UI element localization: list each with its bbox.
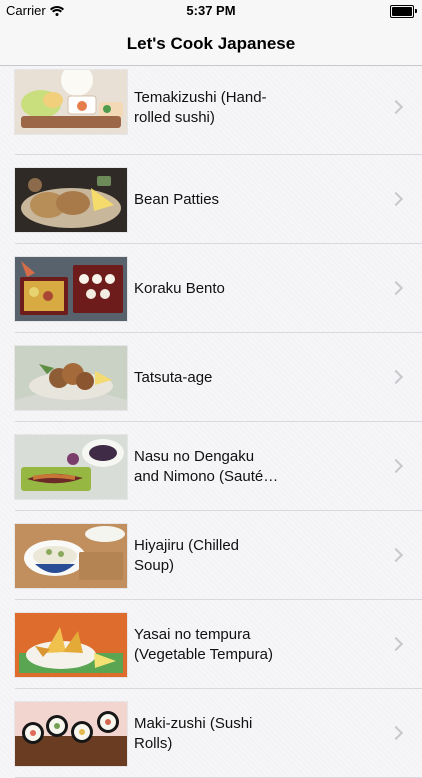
tatsuta-age-thumb-icon xyxy=(15,346,127,410)
bento-thumb-icon xyxy=(15,257,127,321)
recipe-title: Nasu no Dengaku and Nimono (Sauté… xyxy=(134,447,279,485)
hiyajiru-thumb-icon xyxy=(15,524,127,588)
recipe-row-temakizushi[interactable]: Temakizushi (Hand-rolled sushi) xyxy=(0,66,422,155)
recipe-row-tatsuta-age[interactable]: Tatsuta-age xyxy=(0,333,422,422)
recipe-row-bean-patties[interactable]: Bean Patties xyxy=(0,155,422,244)
recipe-title: Yasai no tempura (Vegetable Tempura) xyxy=(134,625,273,663)
recipe-title: Koraku Bento xyxy=(134,279,225,297)
recipe-title: Maki-zushi (Sushi Rolls) xyxy=(134,714,253,752)
recipe-row-yasai-tempura[interactable]: Yasai no tempura (Vegetable Tempura) xyxy=(0,600,422,689)
chevron-right-icon xyxy=(388,369,404,384)
chevron-right-icon xyxy=(388,636,404,651)
temakizushi-thumb-icon xyxy=(15,70,127,134)
chevron-right-icon xyxy=(388,458,404,473)
tempura-thumb-icon xyxy=(15,613,127,677)
status-bar: Carrier 5:37 PM xyxy=(0,0,422,22)
bean-patties-thumb-icon xyxy=(15,168,127,232)
makizushi-thumb-icon xyxy=(15,702,127,766)
recipe-title: Hiyajiru (Chilled Soup) xyxy=(134,536,240,574)
chevron-right-icon xyxy=(388,99,404,115)
recipe-title: Tatsuta-age xyxy=(134,368,213,386)
recipe-list: Temakizushi (Hand-rolled sushi) Bean Pat… xyxy=(0,66,422,778)
recipe-row-nasu-dengaku[interactable]: Nasu no Dengaku and Nimono (Sauté… xyxy=(0,422,422,511)
status-time: 5:37 PM xyxy=(186,3,236,18)
chevron-right-icon xyxy=(388,547,404,562)
recipe-row-maki-zushi[interactable]: Maki-zushi (Sushi Rolls) xyxy=(0,689,422,778)
chevron-right-icon xyxy=(388,280,404,295)
recipe-row-hiyajiru[interactable]: Hiyajiru (Chilled Soup) xyxy=(0,511,422,600)
chevron-right-icon xyxy=(388,725,404,740)
recipe-title: Bean Patties xyxy=(134,190,220,208)
recipe-title: Temakizushi (Hand-rolled sushi) xyxy=(134,89,267,126)
chevron-right-icon xyxy=(388,191,404,206)
battery-level xyxy=(392,7,412,16)
navigation-bar: Let's Cook Japanese xyxy=(0,22,422,66)
battery-icon xyxy=(390,5,417,18)
recipe-row-koraku-bento[interactable]: Koraku Bento xyxy=(0,244,422,333)
page-title: Let's Cook Japanese xyxy=(126,33,296,53)
nasu-dengaku-thumb-icon xyxy=(15,435,127,499)
